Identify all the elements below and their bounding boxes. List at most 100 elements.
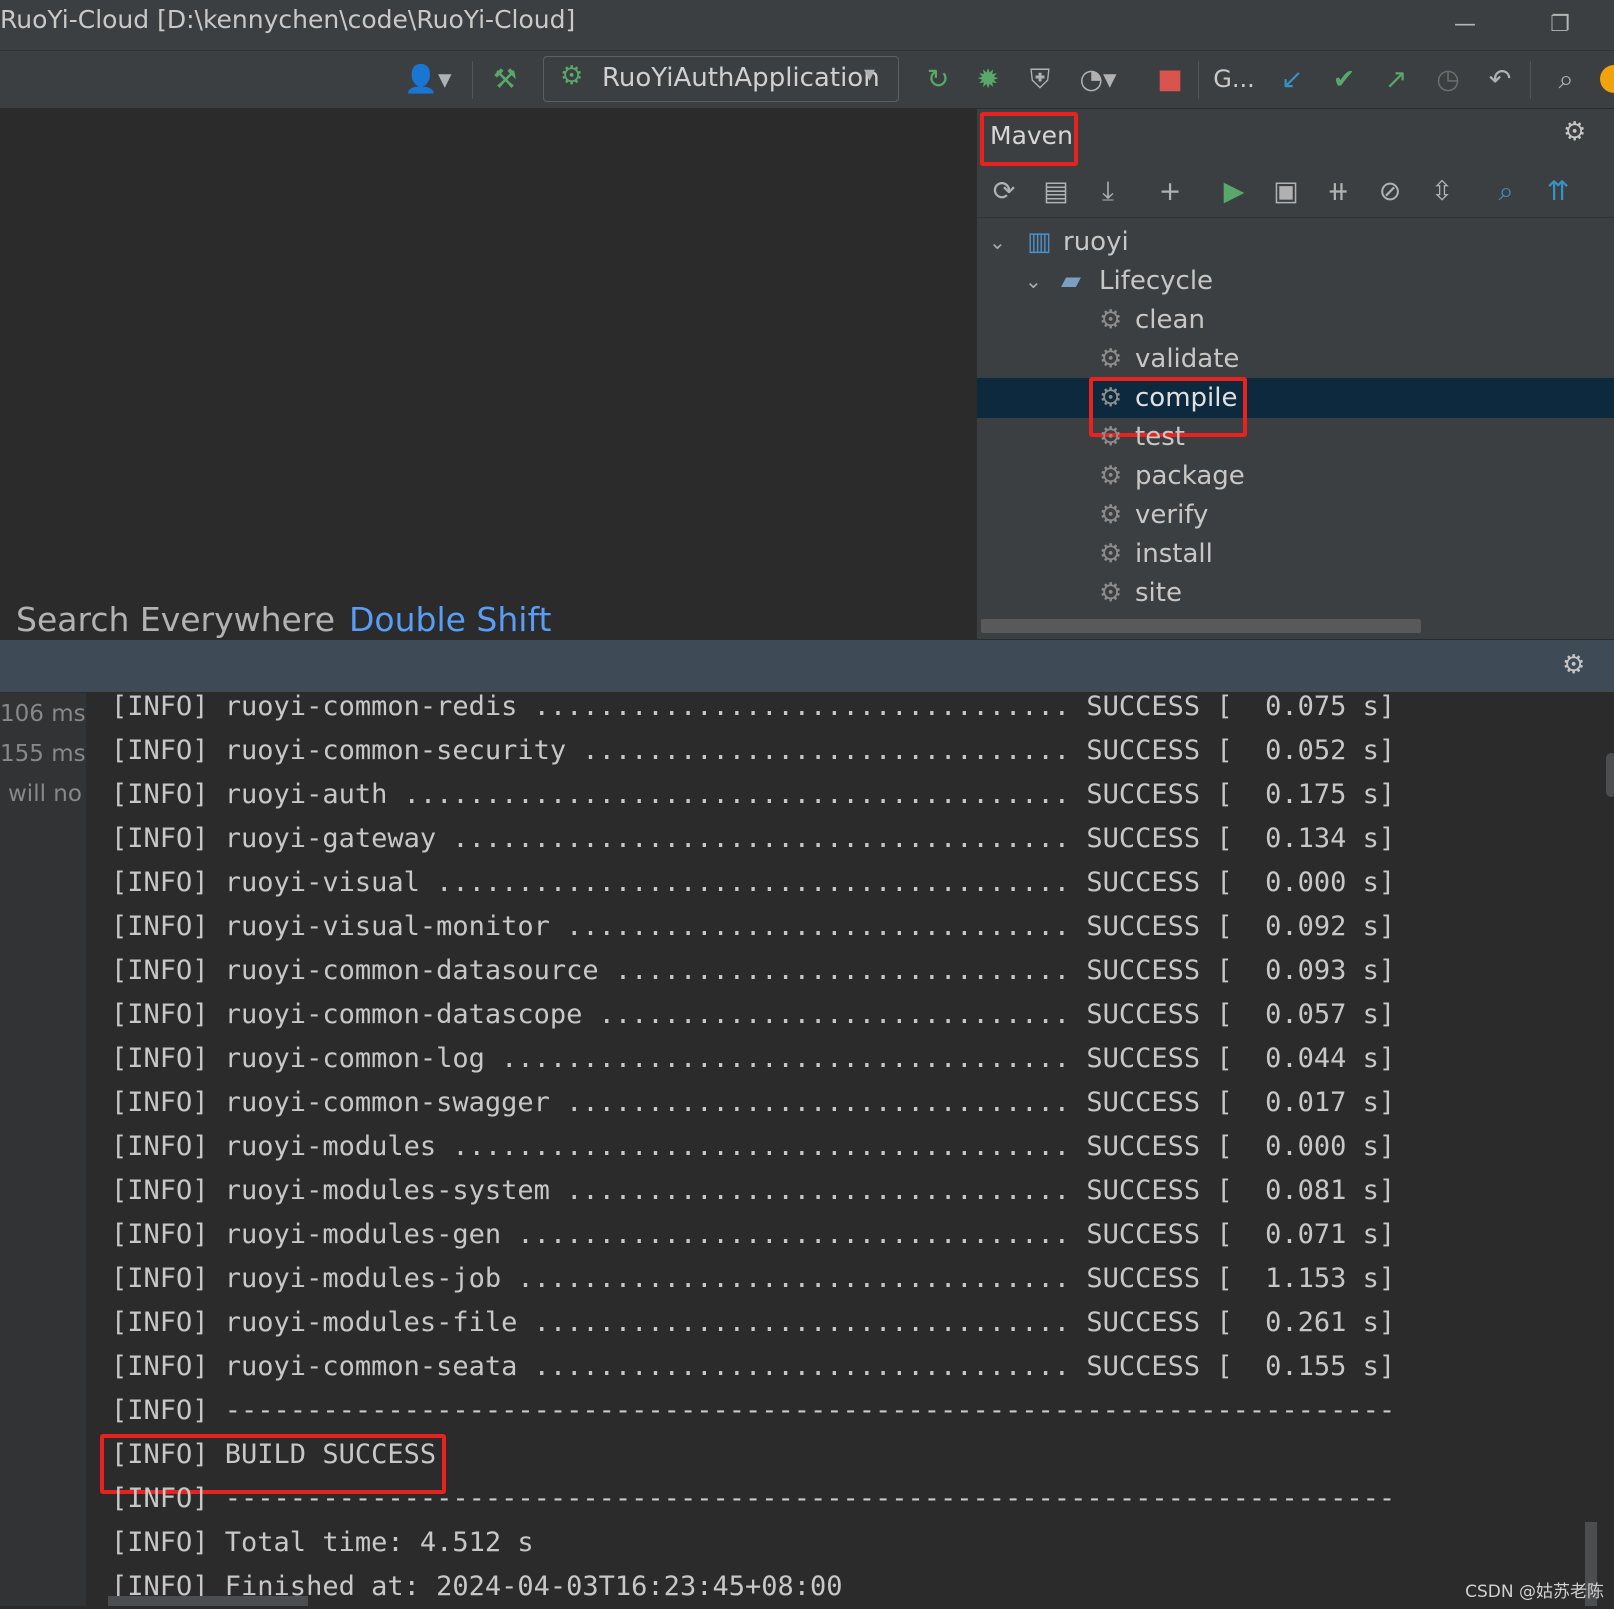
console-line: [INFO] Total time: 4.512 s	[111, 1527, 534, 1558]
console-line: [INFO] ruoyi-visual ....................…	[111, 867, 1396, 898]
folder-gear-icon: ▰	[1061, 266, 1081, 296]
hammer-icon[interactable]: ⚒	[485, 51, 525, 108]
console-scroll-thumb[interactable]	[1606, 753, 1614, 797]
spring-app-icon: ⚙	[560, 61, 584, 91]
search-everywhere-hint: Search Everywhere Double Shift	[16, 600, 551, 639]
tree-label: package	[1135, 461, 1245, 491]
reload-icon[interactable]: ⟳	[979, 167, 1029, 217]
rollback-icon[interactable]: ↶	[1480, 51, 1520, 108]
maven-module-icon: ▥	[1027, 227, 1052, 257]
show-dependencies-icon[interactable]: ⇈	[1533, 167, 1583, 217]
tree-item-compile[interactable]: ⚙ compile	[977, 378, 1614, 418]
gutter-line: 155 ms	[0, 741, 86, 767]
console-line: [INFO] ruoyi-common-seata ..............…	[111, 1351, 1396, 1382]
git-commit-icon[interactable]: ✔	[1324, 51, 1364, 108]
run-icon[interactable]: ▶	[1209, 167, 1259, 217]
console-line: [INFO] ruoyi-auth ......................…	[111, 779, 1396, 810]
tree-label: Lifecycle	[1099, 266, 1214, 296]
window-title: RuoYi-Cloud [D:\kennychen\code\RuoYi-Clo…	[0, 5, 576, 34]
minimize-button[interactable]: —	[1445, 8, 1485, 42]
collapse-all-icon[interactable]: ⇳	[1417, 167, 1467, 217]
coverage-icon[interactable]: ⛨	[1020, 51, 1060, 108]
maven-settings-gear-icon[interactable]: ⚙	[1563, 117, 1586, 147]
search-hint-text: Search Everywhere	[16, 600, 335, 639]
maven-panel: Maven ⚙ ⟳ ▤ ⤓ + ▶ ▣ ⧺ ⊘ ⇳ ⌕ ⇈ ⌄ ▥ ruoyi …	[976, 109, 1614, 639]
ide-update-icon[interactable]	[1600, 65, 1614, 93]
git-label[interactable]: G...	[1212, 51, 1256, 108]
gutter-line: 106 ms	[0, 701, 86, 727]
tree-item-site[interactable]: ⚙ site	[977, 573, 1614, 613]
console-line: [INFO] ruoyi-common-security ...........…	[111, 735, 1396, 766]
console-line: [INFO] ---------------------------------…	[111, 1395, 1396, 1426]
tree-label: test	[1135, 422, 1185, 452]
skip-tests-icon[interactable]: ⊘	[1365, 167, 1415, 217]
run-settings-gear-icon[interactable]: ⚙	[1562, 650, 1585, 680]
chevron-down-icon: ⌄	[989, 230, 1006, 254]
toolbar-separator	[1530, 61, 1531, 99]
maven-toolbar: ⟳ ▤ ⤓ + ▶ ▣ ⧺ ⊘ ⇳ ⌕ ⇈	[977, 167, 1614, 218]
console-line: [INFO] ruoyi-modules-gen ...............…	[111, 1219, 1396, 1250]
tree-item-ruoyi[interactable]: ⌄ ▥ ruoyi	[977, 222, 1614, 262]
debug-icon[interactable]: ✹	[968, 51, 1008, 108]
editor-area	[0, 109, 975, 639]
console-line: [INFO] ---------------------------------…	[111, 1483, 1396, 1514]
execute-goal-icon[interactable]: ▣	[1261, 167, 1311, 217]
console-line: [INFO] ruoyi-common-datascope ..........…	[111, 999, 1396, 1030]
console-line: [INFO] ruoyi-common-redis ..............…	[111, 691, 1396, 722]
run-config-dropdown[interactable]: ⚙ RuoYiAuthApplication ▾	[543, 56, 899, 102]
tree-label: verify	[1135, 500, 1209, 530]
console-line: [INFO] ruoyi-gateway ...................…	[111, 823, 1396, 854]
tree-item-install[interactable]: ⚙ install	[977, 534, 1614, 574]
gear-icon: ⚙	[1099, 500, 1123, 530]
profile-icon[interactable]: ◔▾	[1068, 51, 1128, 108]
rerun-icon[interactable]: ↻	[918, 51, 958, 108]
gear-icon: ⚙	[1099, 305, 1123, 335]
toggle-offline-icon[interactable]: ⧺	[1313, 167, 1363, 217]
horizontal-scrollbar[interactable]	[108, 1596, 308, 1606]
add-icon[interactable]: +	[1145, 167, 1195, 217]
search-shortcut[interactable]: Double Shift	[349, 600, 551, 639]
stop-icon[interactable]: ■	[1150, 51, 1190, 108]
console-line: [INFO] ruoyi-common-swagger ............…	[111, 1087, 1396, 1118]
gutter-line: will no	[8, 781, 82, 807]
gear-icon: ⚙	[1099, 344, 1123, 374]
user-icon[interactable]: 👤▾	[400, 51, 456, 108]
console-output[interactable]: [INFO] ruoyi-common-redis ..............…	[86, 691, 1614, 1606]
console-line: [INFO] ruoyi-modules-file ..............…	[111, 1307, 1396, 1338]
console-line: [INFO] ruoyi-modules-job ...............…	[111, 1263, 1396, 1294]
tree-item-clean[interactable]: ⚙ clean	[977, 300, 1614, 340]
tree-item-test[interactable]: ⚙ test	[977, 417, 1614, 457]
title-bar: RuoYi-Cloud [D:\kennychen\code\RuoYi-Clo…	[0, 0, 1614, 51]
watermark: CSDN @姑苏老陈	[1465, 1582, 1604, 1602]
maven-title[interactable]: Maven	[990, 121, 1073, 150]
console-line: [INFO] ruoyi-visual-monitor ............…	[111, 911, 1396, 942]
tree-label: clean	[1135, 305, 1205, 335]
tree-label: validate	[1135, 344, 1240, 374]
tree-label: site	[1135, 578, 1182, 608]
horizontal-scrollbar[interactable]	[981, 619, 1421, 633]
console-line: [INFO] ruoyi-modules ...................…	[111, 1131, 1396, 1162]
git-push-icon[interactable]: ↗	[1376, 51, 1416, 108]
restore-button[interactable]: ❐	[1540, 8, 1580, 42]
tree-label: ruoyi	[1063, 227, 1129, 257]
generate-sources-icon[interactable]: ▤	[1031, 167, 1081, 217]
gear-icon: ⚙	[1099, 539, 1123, 569]
git-update-icon[interactable]: ↙	[1272, 51, 1312, 108]
tree-item-lifecycle[interactable]: ⌄ ▰ Lifecycle	[977, 261, 1614, 301]
search-icon[interactable]: ⌕	[1544, 51, 1588, 108]
run-config-label: RuoYiAuthApplication	[602, 63, 880, 93]
download-icon[interactable]: ⤓	[1083, 167, 1133, 217]
tree-item-validate[interactable]: ⚙ validate	[977, 339, 1614, 379]
history-icon[interactable]: ◷	[1428, 51, 1468, 108]
toolbar-separator	[472, 61, 473, 99]
main-toolbar: 👤▾ ⚒ ⚙ RuoYiAuthApplication ▾ ↻ ✹ ⛨ ◔▾ ■…	[0, 51, 1614, 109]
toolbar-separator	[1198, 61, 1199, 99]
tree-item-verify[interactable]: ⚙ verify	[977, 495, 1614, 535]
console-line: [INFO] ruoyi-modules-system ............…	[111, 1175, 1396, 1206]
tree-item-package[interactable]: ⚙ package	[977, 456, 1614, 496]
gear-icon: ⚙	[1099, 578, 1123, 608]
analyze-dependencies-icon[interactable]: ⌕	[1481, 167, 1531, 217]
run-tree-gutter: 106 ms 155 ms will no	[0, 693, 86, 1606]
gear-icon: ⚙	[1099, 461, 1123, 491]
chevron-down-icon: ⌄	[1025, 269, 1042, 293]
